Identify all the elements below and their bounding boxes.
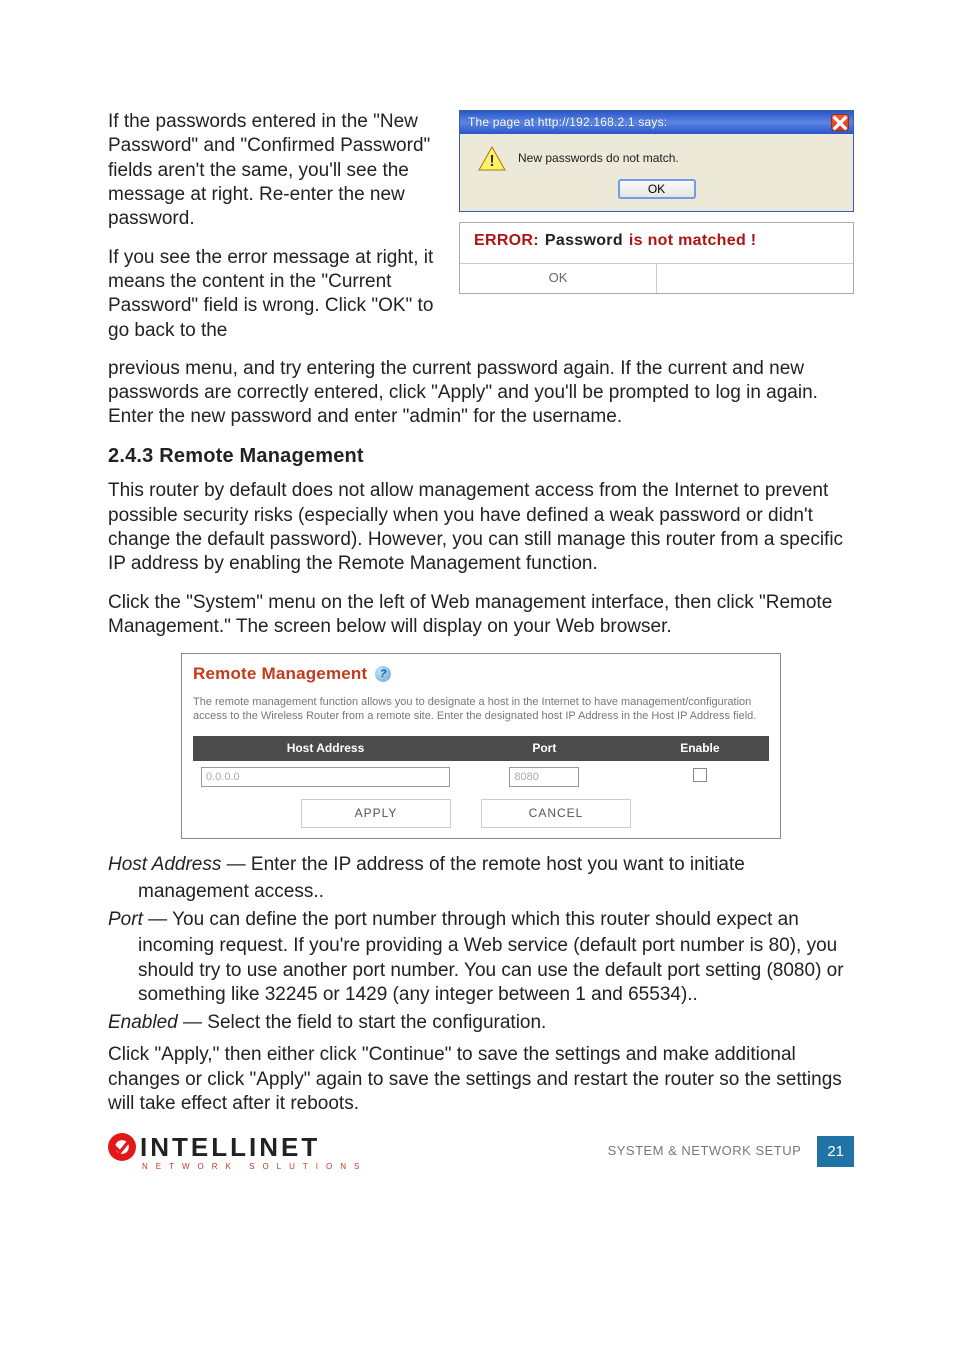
brand-name: INTELLINET xyxy=(140,1131,320,1164)
section-heading: 2.4.3 Remote Management xyxy=(108,444,854,470)
panel-title: Remote Management xyxy=(193,663,367,685)
error-label: ERROR: xyxy=(474,231,539,251)
host-address-input[interactable] xyxy=(201,767,450,787)
alert-message: New passwords do not match. xyxy=(518,151,679,166)
cancel-button[interactable]: CANCEL xyxy=(481,799,631,828)
col-port: Port xyxy=(458,736,631,761)
paragraph-2a: If you see the error message at right, i… xyxy=(108,246,449,343)
def-enabled-body: — Select the field to start the configur… xyxy=(178,1012,547,1033)
def-host: Host Address — Enter the IP address of t… xyxy=(108,853,854,877)
panel-table: Host Address Port Enable xyxy=(193,736,769,793)
footer-section-label: SYSTEM & NETWORK SETUP xyxy=(608,1143,802,1160)
port-input[interactable] xyxy=(509,767,579,787)
alert-title-text: The page at http://192.168.2.1 says: xyxy=(468,115,667,130)
def-port-term: Port xyxy=(108,909,143,930)
paragraph-4: Click the "System" menu on the left of W… xyxy=(108,591,854,640)
alert-ok-button[interactable]: OK xyxy=(618,179,696,199)
error-ok-button[interactable]: OK xyxy=(460,264,657,293)
def-enabled-term: Enabled xyxy=(108,1012,178,1033)
col-host: Host Address xyxy=(193,736,458,761)
error-title: ERROR: Password is not matched ! xyxy=(460,223,853,263)
warning-icon: ! xyxy=(478,146,506,171)
def-host-body-inline: — Enter the IP address of the remote hos… xyxy=(221,854,745,875)
svg-text:!: ! xyxy=(489,153,494,170)
paragraph-2b: previous menu, and try entering the curr… xyxy=(108,357,854,430)
paragraph-1: If the passwords entered in the "New Pas… xyxy=(108,110,449,232)
paragraph-5: Click "Apply," then either click "Contin… xyxy=(108,1043,854,1116)
def-port-body: incoming request. If you're providing a … xyxy=(108,934,854,1007)
page-footer: INTELLINET NETWORK SOLUTIONS SYSTEM & NE… xyxy=(108,1131,854,1173)
close-icon[interactable] xyxy=(831,114,849,131)
page-number: 21 xyxy=(817,1136,854,1167)
brand-subtitle: NETWORK SOLUTIONS xyxy=(142,1162,367,1172)
apply-button[interactable]: APPLY xyxy=(301,799,451,828)
panel-description: The remote management function allows yo… xyxy=(193,695,769,724)
enable-checkbox[interactable] xyxy=(693,768,707,782)
logo-mark-icon xyxy=(108,1133,136,1161)
brand-logo: INTELLINET NETWORK SOLUTIONS xyxy=(108,1131,367,1173)
error-panel: ERROR: Password is not matched ! OK xyxy=(459,222,854,294)
error-rest: is not matched ! xyxy=(629,231,756,251)
def-host-term: Host Address xyxy=(108,854,221,875)
help-icon[interactable]: ? xyxy=(375,666,391,682)
def-port-body-inline: — You can define the port number through… xyxy=(143,909,799,930)
remote-management-panel: Remote Management ? The remote managemen… xyxy=(181,653,781,839)
alert-dialog: The page at http://192.168.2.1 says: ! N… xyxy=(459,110,854,212)
def-port: Port — You can define the port number th… xyxy=(108,908,854,932)
alert-titlebar: The page at http://192.168.2.1 says: xyxy=(460,111,853,134)
error-empty-cell xyxy=(657,264,853,293)
def-host-body: management access.. xyxy=(108,880,854,904)
def-enabled: Enabled — Select the field to start the … xyxy=(108,1011,854,1035)
col-enable: Enable xyxy=(631,736,769,761)
paragraph-3: This router by default does not allow ma… xyxy=(108,479,854,576)
error-pwd: Password xyxy=(545,231,623,251)
